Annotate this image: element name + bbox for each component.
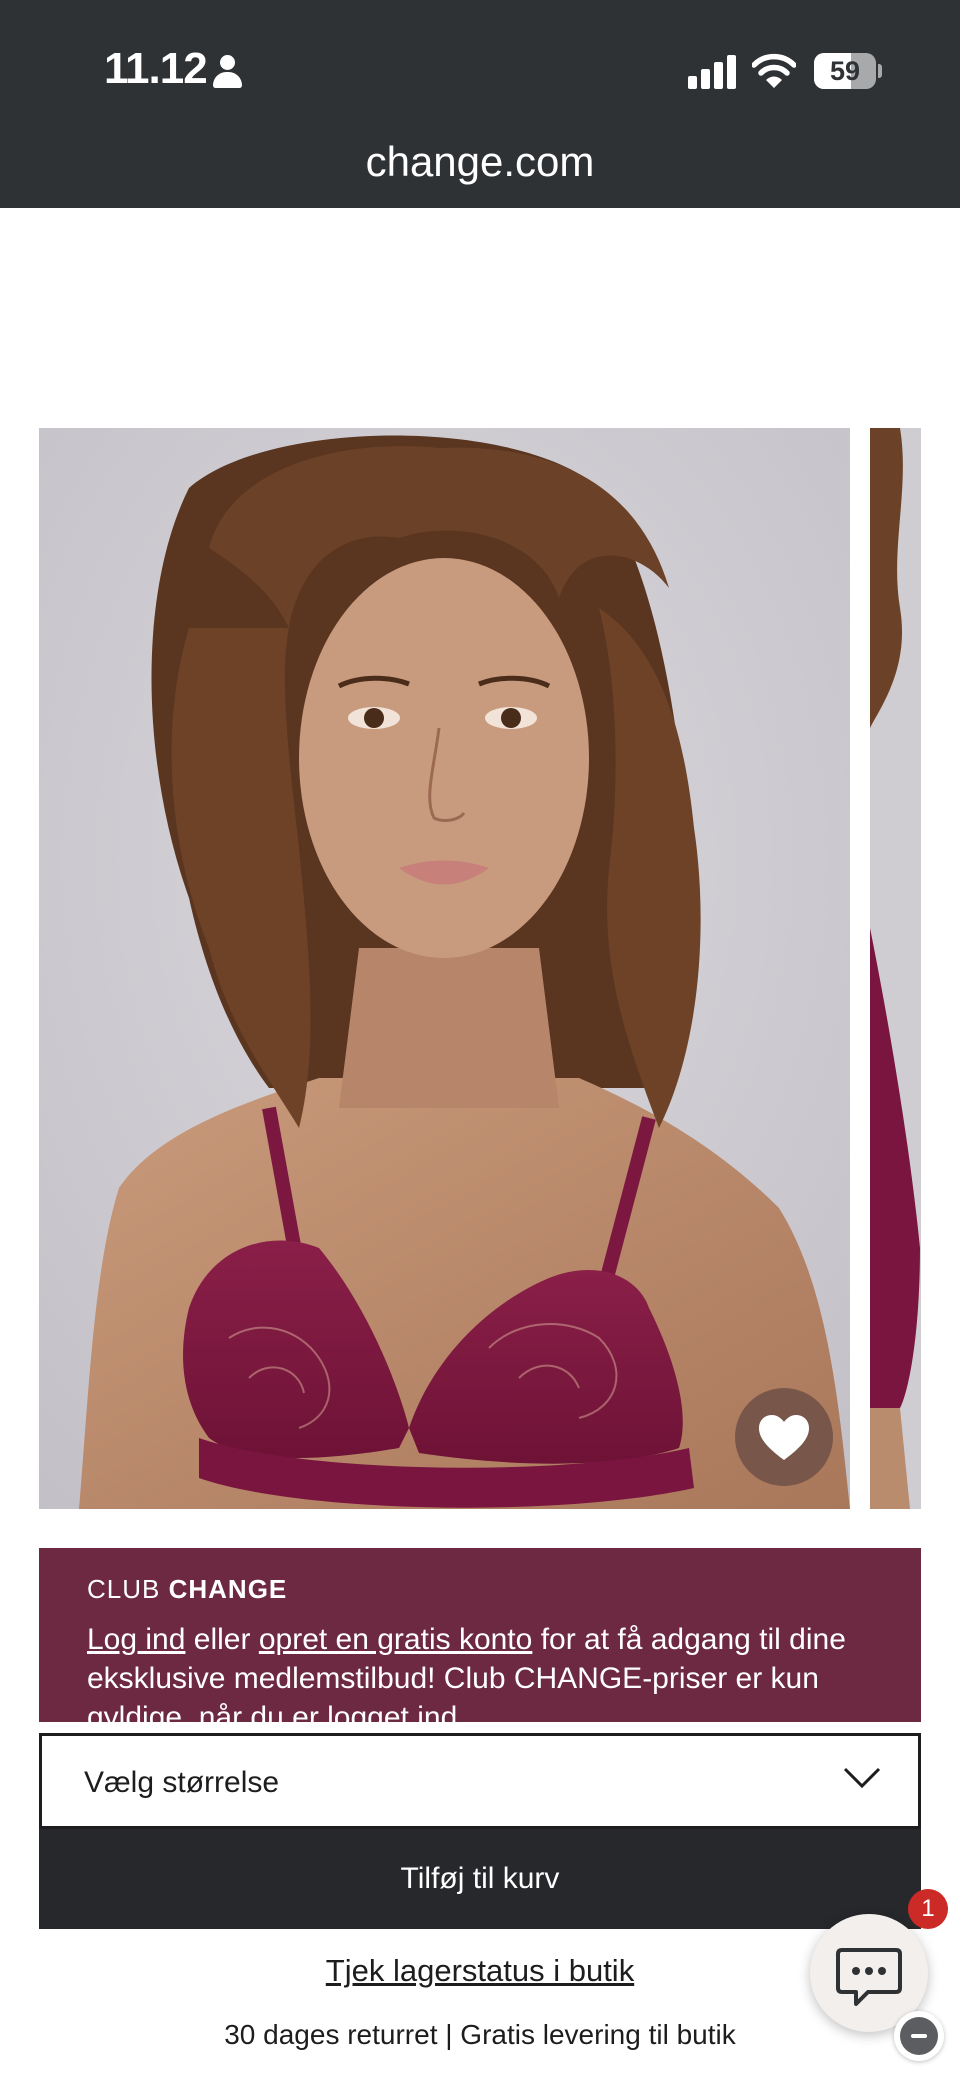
battery-tip (878, 64, 882, 78)
chat-minimize-button[interactable] (894, 2011, 944, 2061)
cellular-signal-icon (688, 55, 738, 89)
chat-notification-badge: 1 (908, 1889, 948, 1929)
club-change-banner: CLUB CHANGE Log ind eller opret en grati… (39, 1548, 921, 1728)
size-select-label: Vælg størrelse (84, 1766, 280, 1799)
status-time: 11.12 (104, 44, 208, 93)
battery-icon: 59 (814, 53, 876, 89)
minimize-icon (900, 2017, 938, 2055)
battery-level: 59 (829, 56, 861, 86)
product-photo-illustration (39, 428, 850, 1509)
wishlist-button[interactable] (735, 1388, 833, 1486)
product-photo-next[interactable] (870, 428, 921, 1509)
wifi-icon (752, 53, 796, 88)
club-banner-text: Log ind eller opret en gratis konto for … (87, 1620, 873, 1728)
person-icon (212, 55, 242, 89)
add-to-cart-button[interactable]: Tilføj til kurv (39, 1829, 921, 1929)
product-photo-next-illustration (870, 428, 921, 1509)
login-link[interactable]: Log ind (87, 1623, 185, 1656)
heart-icon (759, 1415, 809, 1460)
chevron-down-icon (843, 1767, 881, 1789)
url-bar[interactable]: change.com (0, 138, 960, 186)
browser-top-bar: 11.12 59 change.com (0, 0, 960, 208)
size-select[interactable]: Vælg størrelse (39, 1733, 921, 1829)
signup-link[interactable]: opret en gratis konto (259, 1623, 533, 1656)
club-change-logo: CLUB CHANGE (87, 1574, 873, 1608)
product-photo[interactable] (39, 428, 850, 1509)
club-logo-bold: CHANGE (168, 1574, 288, 1604)
club-logo-light: CLUB (87, 1574, 161, 1604)
club-text-connector: eller (193, 1623, 251, 1656)
product-image-gallery[interactable] (39, 428, 921, 1509)
